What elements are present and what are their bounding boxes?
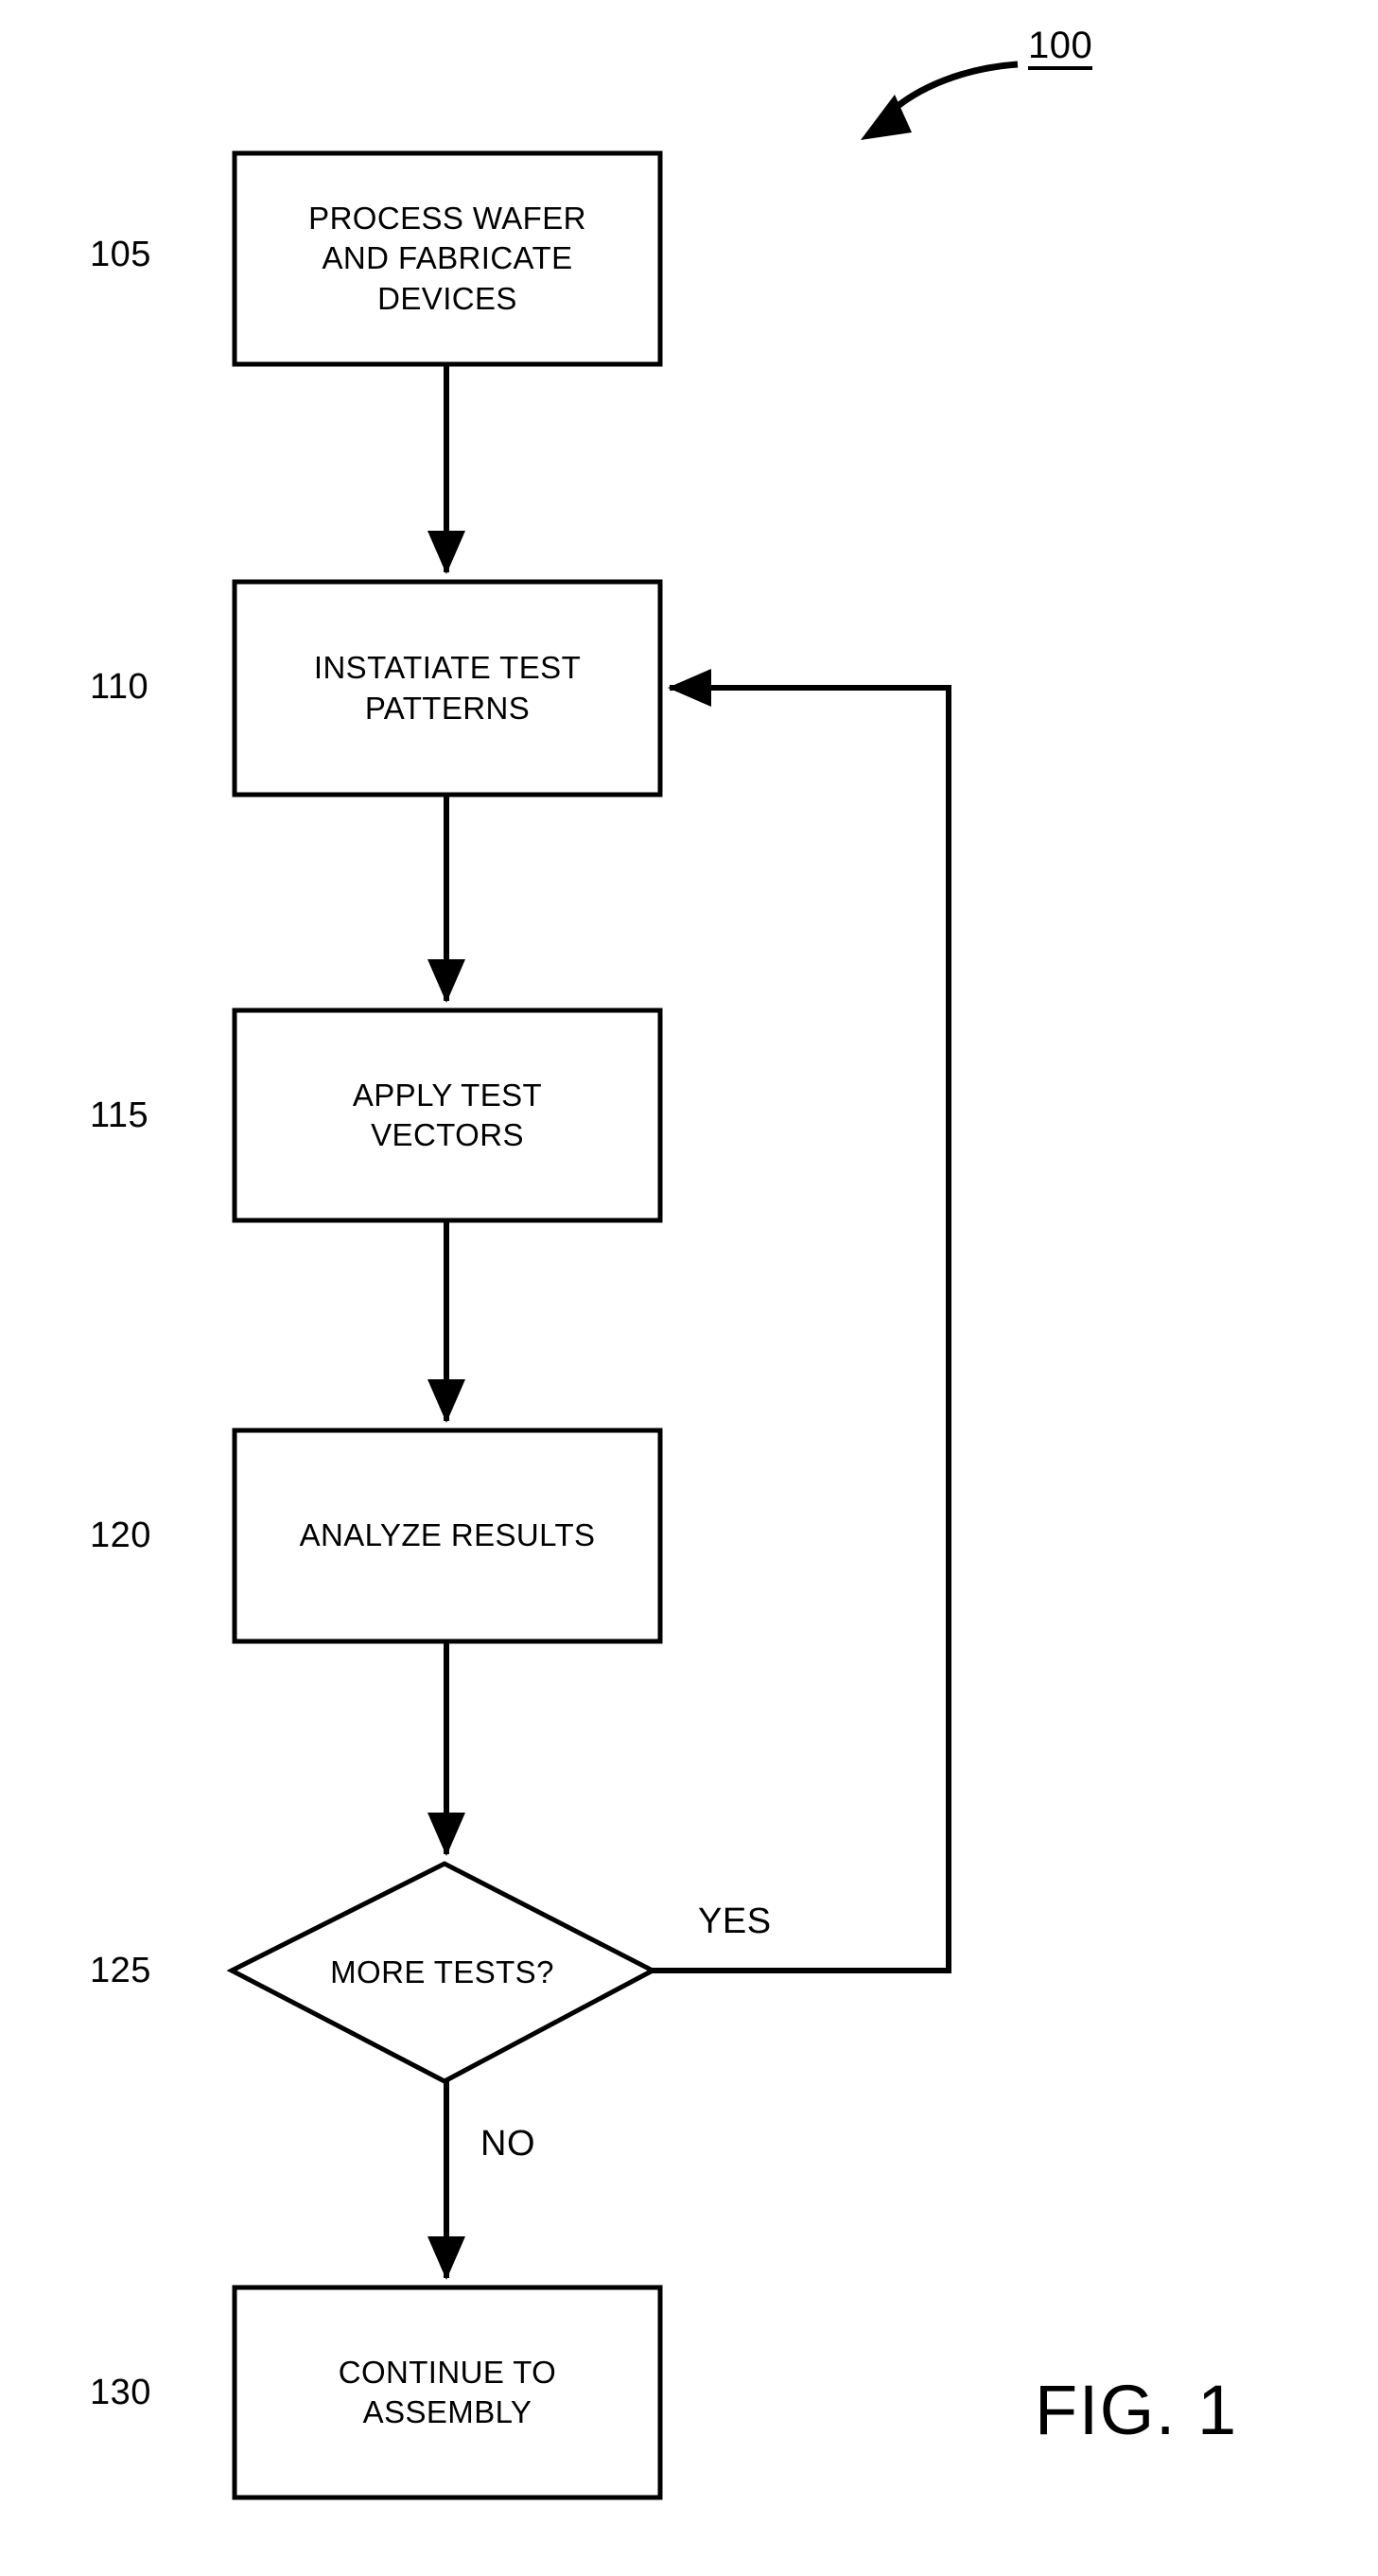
patent-figure-canvas: PROCESS WAFER AND FABRICATE DEVICES INST… xyxy=(0,0,1378,2576)
process-box-105 xyxy=(232,150,663,367)
process-box-130 xyxy=(232,2285,663,2500)
connector-yes-branch-125-to-110 xyxy=(653,669,951,1973)
reference-numeral-120: 120 xyxy=(90,1516,151,1555)
branch-label-no: NO xyxy=(480,2124,535,2164)
reference-numeral-110: 110 xyxy=(90,667,149,707)
decision-diamond-125 xyxy=(226,1861,658,2084)
reference-numeral-130: 130 xyxy=(90,2373,151,2412)
process-box-115 xyxy=(232,1008,663,1223)
process-box-110 xyxy=(232,579,663,797)
figure-number-leader-arrow xyxy=(886,61,1019,116)
reference-numeral-115: 115 xyxy=(90,1095,149,1135)
figure-number-100: 100 xyxy=(1028,26,1093,70)
flowchart-graphics xyxy=(226,61,1019,2500)
figure-caption: FIG. 1 xyxy=(1035,2371,1238,2449)
process-box-120 xyxy=(232,1428,663,1644)
branch-label-yes: YES xyxy=(698,1901,772,1941)
reference-numeral-105: 105 xyxy=(90,235,151,274)
reference-numeral-125: 125 xyxy=(90,1951,151,1990)
